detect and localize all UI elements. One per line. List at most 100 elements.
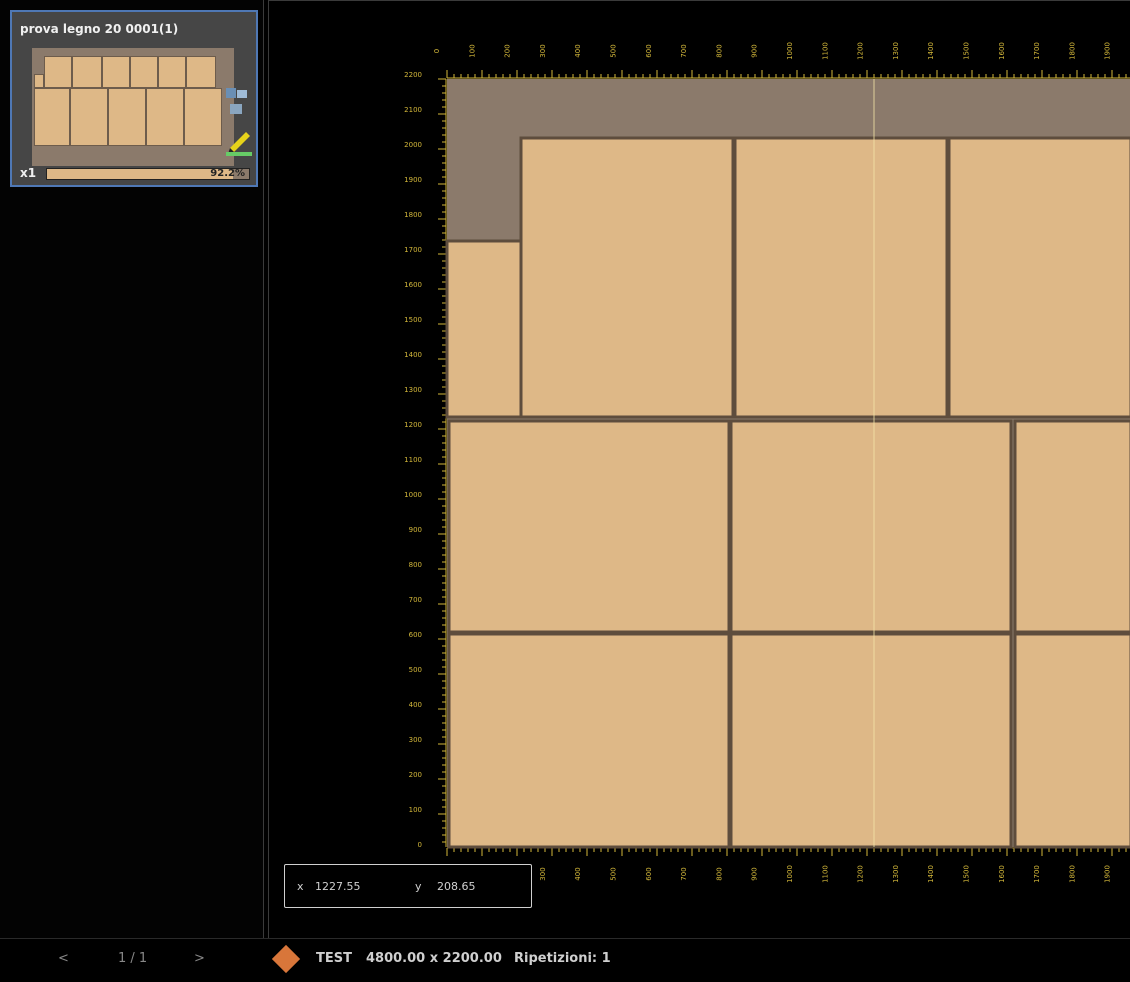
ruler-bottom-label: 500 [610, 867, 618, 880]
nested-part[interactable] [1013, 419, 1130, 634]
coord-x-value: 1227.55 [315, 880, 361, 893]
ruler-bottom-label: 1800 [1068, 865, 1076, 883]
ruler-bottom-label: 1300 [892, 865, 900, 883]
ruler-left-label: 2200 [404, 71, 422, 79]
sheet-canvas[interactable]: 0 100 200 300 400 500 600 700 800 900 1000 1100 1200… [269, 1, 1130, 939]
ruler-top-label: 1100 [821, 42, 829, 60]
thumb-part [108, 88, 146, 146]
ruler-bottom-label: 300 [539, 867, 547, 880]
cursor-coordinates-box: x 1227.55 y 208.65 [284, 864, 532, 908]
ruler-top-label: 500 [610, 44, 618, 57]
material-code: TEST [316, 951, 352, 966]
thumb-part [186, 56, 216, 88]
nested-part[interactable] [729, 632, 1013, 849]
ruler-top-label: 1000 [786, 42, 794, 60]
nesting-viewer[interactable]: 0 100 200 300 400 500 600 700 800 900 1000 1100 1200… [268, 0, 1130, 938]
sheet-title: prova legno 20 0001(1) [20, 22, 179, 36]
ruler-top-label: 600 [645, 44, 653, 57]
ruler-bottom-label: 1500 [963, 865, 971, 883]
ruler-bottom-label: 900 [751, 867, 759, 880]
ruler-top-label: 1400 [927, 42, 935, 60]
ruler-bottom-label: 1900 [1104, 865, 1112, 883]
ruler-left-label: 1000 [404, 491, 422, 499]
ruler-left-label: 100 [409, 806, 422, 814]
sheet-list-panel: prova legno 20 0001(1) x1 92.2% [0, 0, 264, 938]
coord-y-label: y [415, 880, 422, 893]
ruler-left-label: 1800 [404, 211, 422, 219]
ruler-left-label: 0 [418, 841, 422, 849]
sheet-usage-bar: 92.2% [46, 168, 250, 180]
status-bar: < 1 / 1 > TEST 4800.00 x 2200.00 Ripetiz… [0, 938, 1130, 982]
nested-part[interactable] [447, 632, 731, 849]
ruler-top-label: 100 [468, 44, 476, 57]
thumb-part [70, 88, 108, 146]
chevron-right-icon[interactable]: > [194, 951, 205, 966]
ruler-left-label: 1600 [404, 281, 422, 289]
ruler-left-label: 600 [409, 631, 422, 639]
ruler-top-label: 400 [574, 44, 582, 57]
thumb-part [72, 56, 102, 88]
thumb-part [184, 88, 222, 146]
thumb-part [34, 74, 44, 88]
sheet-usage-label: 92.2% [210, 168, 245, 179]
sheet-card[interactable]: prova legno 20 0001(1) x1 92.2% [10, 10, 258, 187]
ruler-top: 0 100 200 300 400 500 600 700 800 900 1000 1100 1200… [433, 42, 1130, 79]
parts-layer [445, 136, 1130, 849]
ruler-top-label: 1700 [1033, 42, 1041, 60]
material-diamond-icon [271, 944, 301, 974]
ruler-left-label: 1300 [404, 386, 422, 394]
ruler-left-label: 900 [409, 526, 422, 534]
ruler-left-label: 300 [409, 736, 422, 744]
sheet-quantity: x1 [20, 166, 37, 180]
thumb-part [102, 56, 130, 88]
ruler-top-label: 1800 [1068, 42, 1076, 60]
ruler-bottom-label: 1700 [1033, 865, 1041, 883]
ruler-bottom-label: 800 [715, 867, 723, 880]
ruler-top-label: 1900 [1104, 42, 1112, 60]
ruler-top-label: 800 [715, 44, 723, 57]
ruler-bottom-label: 400 [574, 867, 582, 880]
ruler-bottom-label: 1600 [998, 865, 1006, 883]
ruler-left-label: 400 [409, 701, 422, 709]
ruler-left-label: 500 [409, 666, 422, 674]
material-size: 4800.00 x 2200.00 [366, 951, 502, 966]
ruler-top-label: 900 [751, 44, 759, 57]
ruler-bottom-label: 1400 [927, 865, 935, 883]
chevron-left-icon[interactable]: < [58, 951, 69, 966]
ruler-bottom-label: 1200 [857, 865, 865, 883]
ruler-bottom-label: 600 [645, 867, 653, 880]
thumb-part [34, 88, 70, 146]
ruler-top-label: 1300 [892, 42, 900, 60]
thumb-part [146, 88, 184, 146]
ruler-bottom-label: 1000 [786, 865, 794, 883]
sheet-thumbnail [32, 48, 234, 166]
thumb-part [130, 56, 158, 88]
nested-part[interactable] [519, 136, 735, 419]
edit-tools-icon[interactable] [224, 88, 254, 158]
ruler-left-label: 800 [409, 561, 422, 569]
nested-part[interactable] [447, 419, 731, 634]
ruler-top-label: 1500 [963, 42, 971, 60]
repetitions-label: Ripetizioni: 1 [514, 951, 611, 966]
nested-part[interactable] [729, 419, 1013, 634]
sheet-usage-fill [47, 169, 234, 179]
ruler-left-label: 1900 [404, 176, 422, 184]
ruler-left-label: 1500 [404, 316, 422, 324]
nested-part[interactable] [733, 136, 949, 419]
thumb-part [158, 56, 186, 88]
ruler-left: 2200210020001900180017001600150014001300… [404, 71, 447, 849]
nested-part[interactable] [1013, 632, 1130, 849]
ruler-left-label: 2100 [404, 106, 422, 114]
thumb-part [44, 56, 72, 88]
ruler-top-label: 1200 [857, 42, 865, 60]
ruler-left-label: 700 [409, 596, 422, 604]
ruler-left-label: 1100 [404, 456, 422, 464]
ruler-left-label: 1400 [404, 351, 422, 359]
nested-part[interactable] [445, 239, 523, 419]
page-indicator: 1 / 1 [118, 951, 148, 966]
nested-part[interactable] [947, 136, 1130, 419]
coord-y-value: 208.65 [437, 880, 476, 893]
ruler-left-label: 2000 [404, 141, 422, 149]
ruler-bottom-label: 1100 [821, 865, 829, 883]
coord-x-label: x [297, 880, 304, 893]
